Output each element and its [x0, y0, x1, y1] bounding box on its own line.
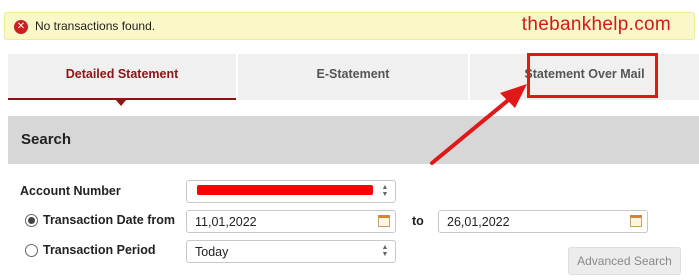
search-title: Search — [21, 131, 72, 148]
annotation-highlight-box — [527, 53, 658, 98]
tab-e-statement[interactable]: E-Statement — [238, 54, 468, 100]
redacted-account-mark — [197, 185, 373, 195]
transaction-period-radio[interactable] — [25, 244, 38, 257]
account-number-select[interactable]: ▲ ▼ — [186, 180, 396, 203]
tab-detailed-statement[interactable]: Detailed Statement — [8, 54, 236, 106]
search-panel-header: Search — [8, 116, 699, 164]
alert-message: No transactions found. — [35, 19, 156, 33]
transaction-period-value: Today — [195, 245, 229, 259]
transaction-period-label: Transaction Period — [43, 243, 156, 257]
calendar-icon[interactable] — [378, 215, 390, 227]
tab-label: E-Statement — [316, 67, 390, 81]
no-transactions-alert: ✕ No transactions found. thebankhelp.com — [4, 12, 695, 40]
date-from-label: Transaction Date from — [43, 213, 175, 227]
advanced-search-button[interactable]: Advanced Search — [568, 247, 681, 275]
date-from-radio[interactable] — [25, 214, 38, 227]
calendar-icon[interactable] — [630, 215, 642, 227]
date-from-input[interactable]: 11,01,2022 — [186, 210, 396, 233]
watermark-text: thebankhelp.com — [521, 14, 671, 35]
to-label: to — [412, 214, 424, 228]
active-tab-caret-icon — [115, 99, 127, 106]
error-icon: ✕ — [14, 20, 28, 34]
select-spinner-icon: ▲ ▼ — [381, 184, 389, 198]
date-to-value: 26,01,2022 — [447, 215, 510, 229]
date-from-value: 11,01,2022 — [195, 215, 257, 229]
account-number-label: Account Number — [20, 184, 121, 198]
date-to-input[interactable]: 26,01,2022 — [438, 210, 648, 233]
transaction-period-select[interactable]: Today ▲ ▼ — [186, 240, 396, 263]
select-spinner-icon: ▲ ▼ — [381, 244, 389, 258]
tab-label: Detailed Statement — [65, 67, 179, 81]
